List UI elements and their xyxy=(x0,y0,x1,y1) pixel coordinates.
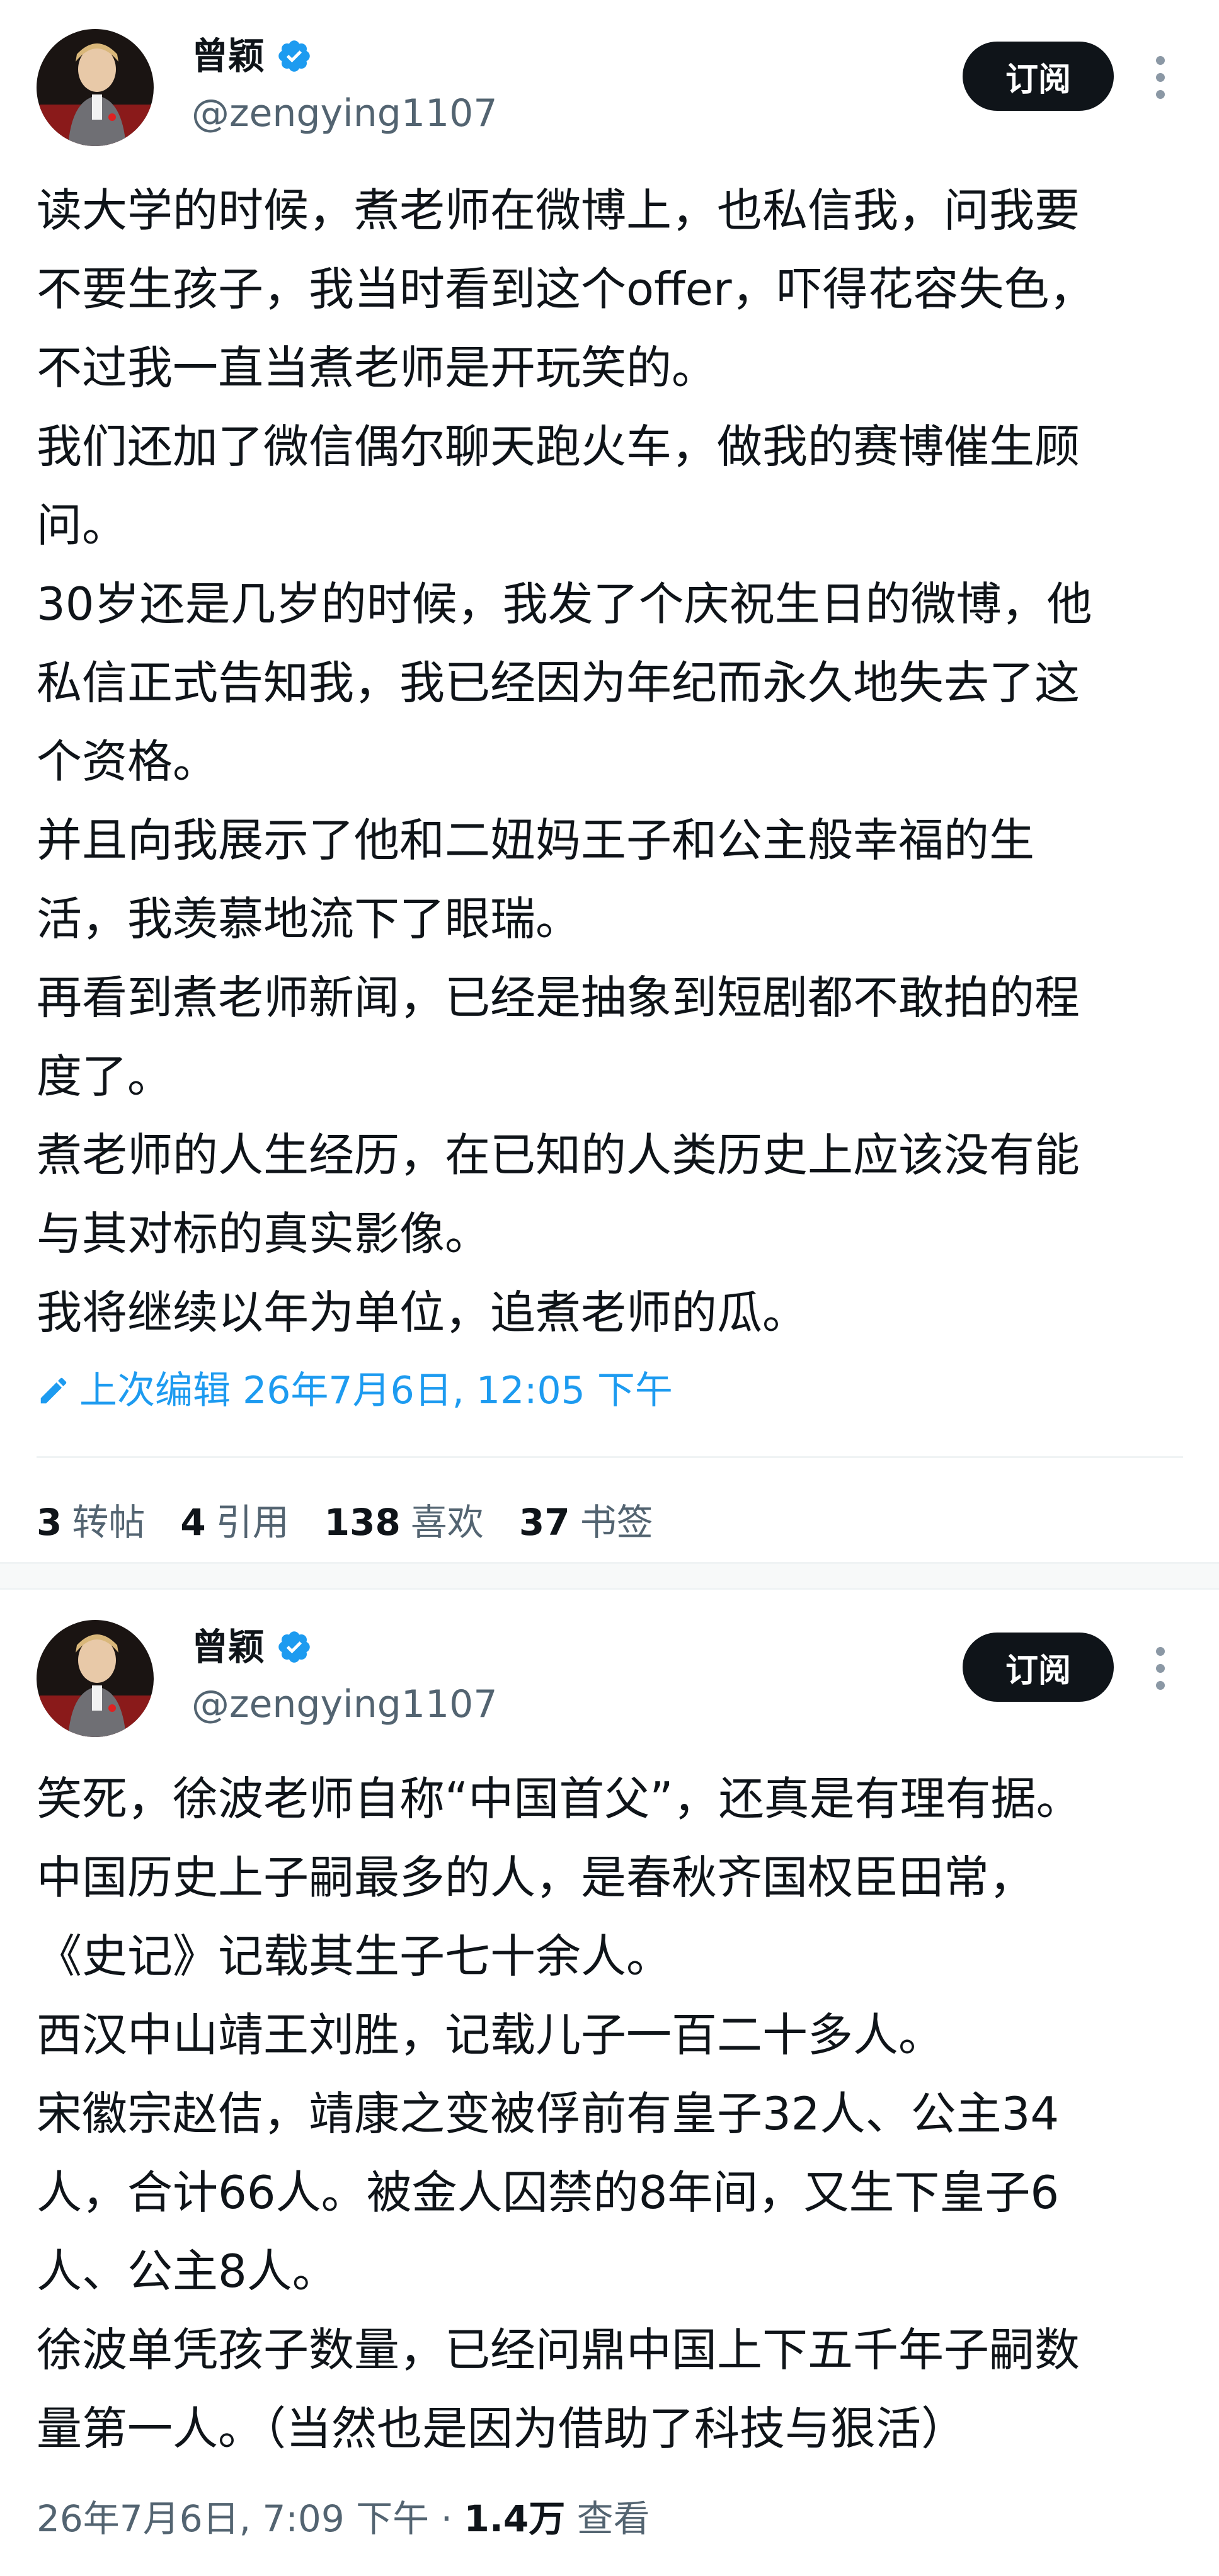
meta-separator: · xyxy=(429,2497,464,2540)
post-body-line: 我们还加了微信偶尔聊天跑火车，做我的赛博催生顾 xyxy=(37,420,1080,473)
display-name-text: 曾颖 xyxy=(192,1626,265,1668)
author-display-name[interactable]: 曾颖 xyxy=(192,38,312,74)
post-body-line: 徐波单凭孩子数量，已经问鼎中国上下五千年子嗣数 xyxy=(37,2323,1080,2376)
engagement-stats: 3 转帖 4 引用 138 喜欢 37 书签 xyxy=(37,1504,689,1541)
stat-number: 138 xyxy=(324,1501,401,1544)
post-body: 笑死，徐波老师自称“中国首父”，还真是有理有据。 中国历史上子嗣最多的人，是春秋… xyxy=(37,1760,1189,2468)
edited-indicator[interactable]: 上次编辑 26年7月6日, 12:05 下午 xyxy=(37,1372,673,1410)
verified-badge-icon xyxy=(278,40,310,72)
post-2: 曾颖 @zengying1107 订阅 笑死，徐波老师自称“中国首父”，还真是有… xyxy=(0,1590,1219,2576)
post-body-line: 量第一人。（当然也是因为借助了科技与狠活） xyxy=(37,2402,967,2455)
stat-quotes[interactable]: 4 引用 xyxy=(180,1504,289,1541)
post-body-line: 问。 xyxy=(37,499,128,552)
views-label: 查看 xyxy=(576,2497,650,2540)
views-count: 1.4万 xyxy=(464,2497,566,2540)
post-body-line: 个资格。 xyxy=(37,735,219,788)
subscribe-button[interactable]: 订阅 xyxy=(963,42,1114,111)
author-handle[interactable]: @zengying1107 xyxy=(192,1685,498,1723)
post-body-line: 笑死，徐波老师自称“中国首父”，还真是有理有据。 xyxy=(37,1772,1082,1825)
post-body-line: 不过我一直当煮老师是开玩笑的。 xyxy=(37,341,718,394)
post-body-line: 不要生孩子，我当时看到这个offer，吓得花容失色， xyxy=(37,263,1095,316)
post-separator xyxy=(0,1562,1219,1590)
display-name-text: 曾颖 xyxy=(192,35,265,77)
post-body: 读大学的时候，煮老师在微博上，也私信我，问我要 不要生孩子，我当时看到这个off… xyxy=(37,171,1189,1352)
more-options-icon[interactable] xyxy=(1148,49,1173,106)
stat-label: 引用 xyxy=(215,1501,289,1544)
post-body-line: 活，我羡慕地流下了眼瑞。 xyxy=(37,892,581,945)
divider xyxy=(37,1456,1183,1458)
avatar-image xyxy=(37,29,154,146)
post-body-line: 人、公主8人。 xyxy=(37,2245,338,2298)
stat-number: 4 xyxy=(180,1501,206,1544)
post-body-line: 我将继续以年为单位，追煮老师的瓜。 xyxy=(37,1286,808,1339)
avatar[interactable] xyxy=(37,1620,154,1737)
verified-badge-icon xyxy=(278,1631,310,1663)
post-body-line: 中国历史上子嗣最多的人，是春秋齐国权臣田常， xyxy=(37,1851,1035,1904)
post-body-line: 与其对标的真实影像。 xyxy=(37,1207,491,1260)
post-body-line: 度了。 xyxy=(37,1050,173,1103)
stat-bookmarks[interactable]: 37 书签 xyxy=(519,1504,653,1541)
pencil-icon xyxy=(40,1377,67,1404)
post-body-line: 煮老师的人生经历，在已知的人类历史上应该没有能 xyxy=(37,1129,1080,1182)
stat-label: 转帖 xyxy=(72,1501,146,1544)
post-body-line: 30岁还是几岁的时候，我发了个庆祝生日的微博，他 xyxy=(37,578,1092,630)
avatar-image xyxy=(37,1620,154,1737)
stat-likes[interactable]: 138 喜欢 xyxy=(324,1504,484,1541)
post-body-line: 读大学的时候，煮老师在微博上，也私信我，问我要 xyxy=(37,184,1080,237)
post-body-line: 私信正式告知我，我已经因为年纪而永久地失去了这 xyxy=(37,656,1080,709)
stat-label: 喜欢 xyxy=(410,1501,484,1544)
subscribe-button[interactable]: 订阅 xyxy=(963,1633,1114,1702)
post-body-line: 西汉中山靖王刘胜，记载儿子一百二十多人。 xyxy=(37,2009,944,2061)
author-display-name[interactable]: 曾颖 xyxy=(192,1629,312,1665)
post-body-line: 再看到煮老师新闻，已经是抽象到短剧都不敢拍的程 xyxy=(37,971,1080,1024)
post-1: 曾颖 @zengying1107 订阅 读大学的时候，煮老师在微博上，也私信我，… xyxy=(0,0,1219,1562)
post-body-line: 《史记》记载其生子七十余人。 xyxy=(37,1930,672,1983)
stat-label: 书签 xyxy=(580,1501,653,1544)
post-body-line: 宋徽宗赵佶，靖康之变被俘前有皇子32人、公主34 xyxy=(37,2087,1060,2140)
stat-number: 37 xyxy=(518,1501,570,1544)
post-body-line: 并且向我展示了他和二妞妈王子和公主般幸福的生 xyxy=(37,814,1035,867)
more-options-icon[interactable] xyxy=(1148,1640,1173,1697)
avatar[interactable] xyxy=(37,29,154,146)
author-handle[interactable]: @zengying1107 xyxy=(192,94,498,132)
stat-reposts[interactable]: 3 转帖 xyxy=(37,1504,145,1541)
post-timestamp[interactable]: 26年7月6日, 7:09 下午 xyxy=(37,2497,429,2540)
post-body-line: 人，合计66人。被金人囚禁的8年间，又生下皇子6 xyxy=(37,2166,1060,2219)
edited-label: 上次编辑 26年7月6日, 12:05 下午 xyxy=(79,1369,673,1413)
post-meta: 26年7月6日, 7:09 下午 · 1.4万 查看 xyxy=(37,2500,650,2537)
stat-number: 3 xyxy=(37,1501,62,1544)
